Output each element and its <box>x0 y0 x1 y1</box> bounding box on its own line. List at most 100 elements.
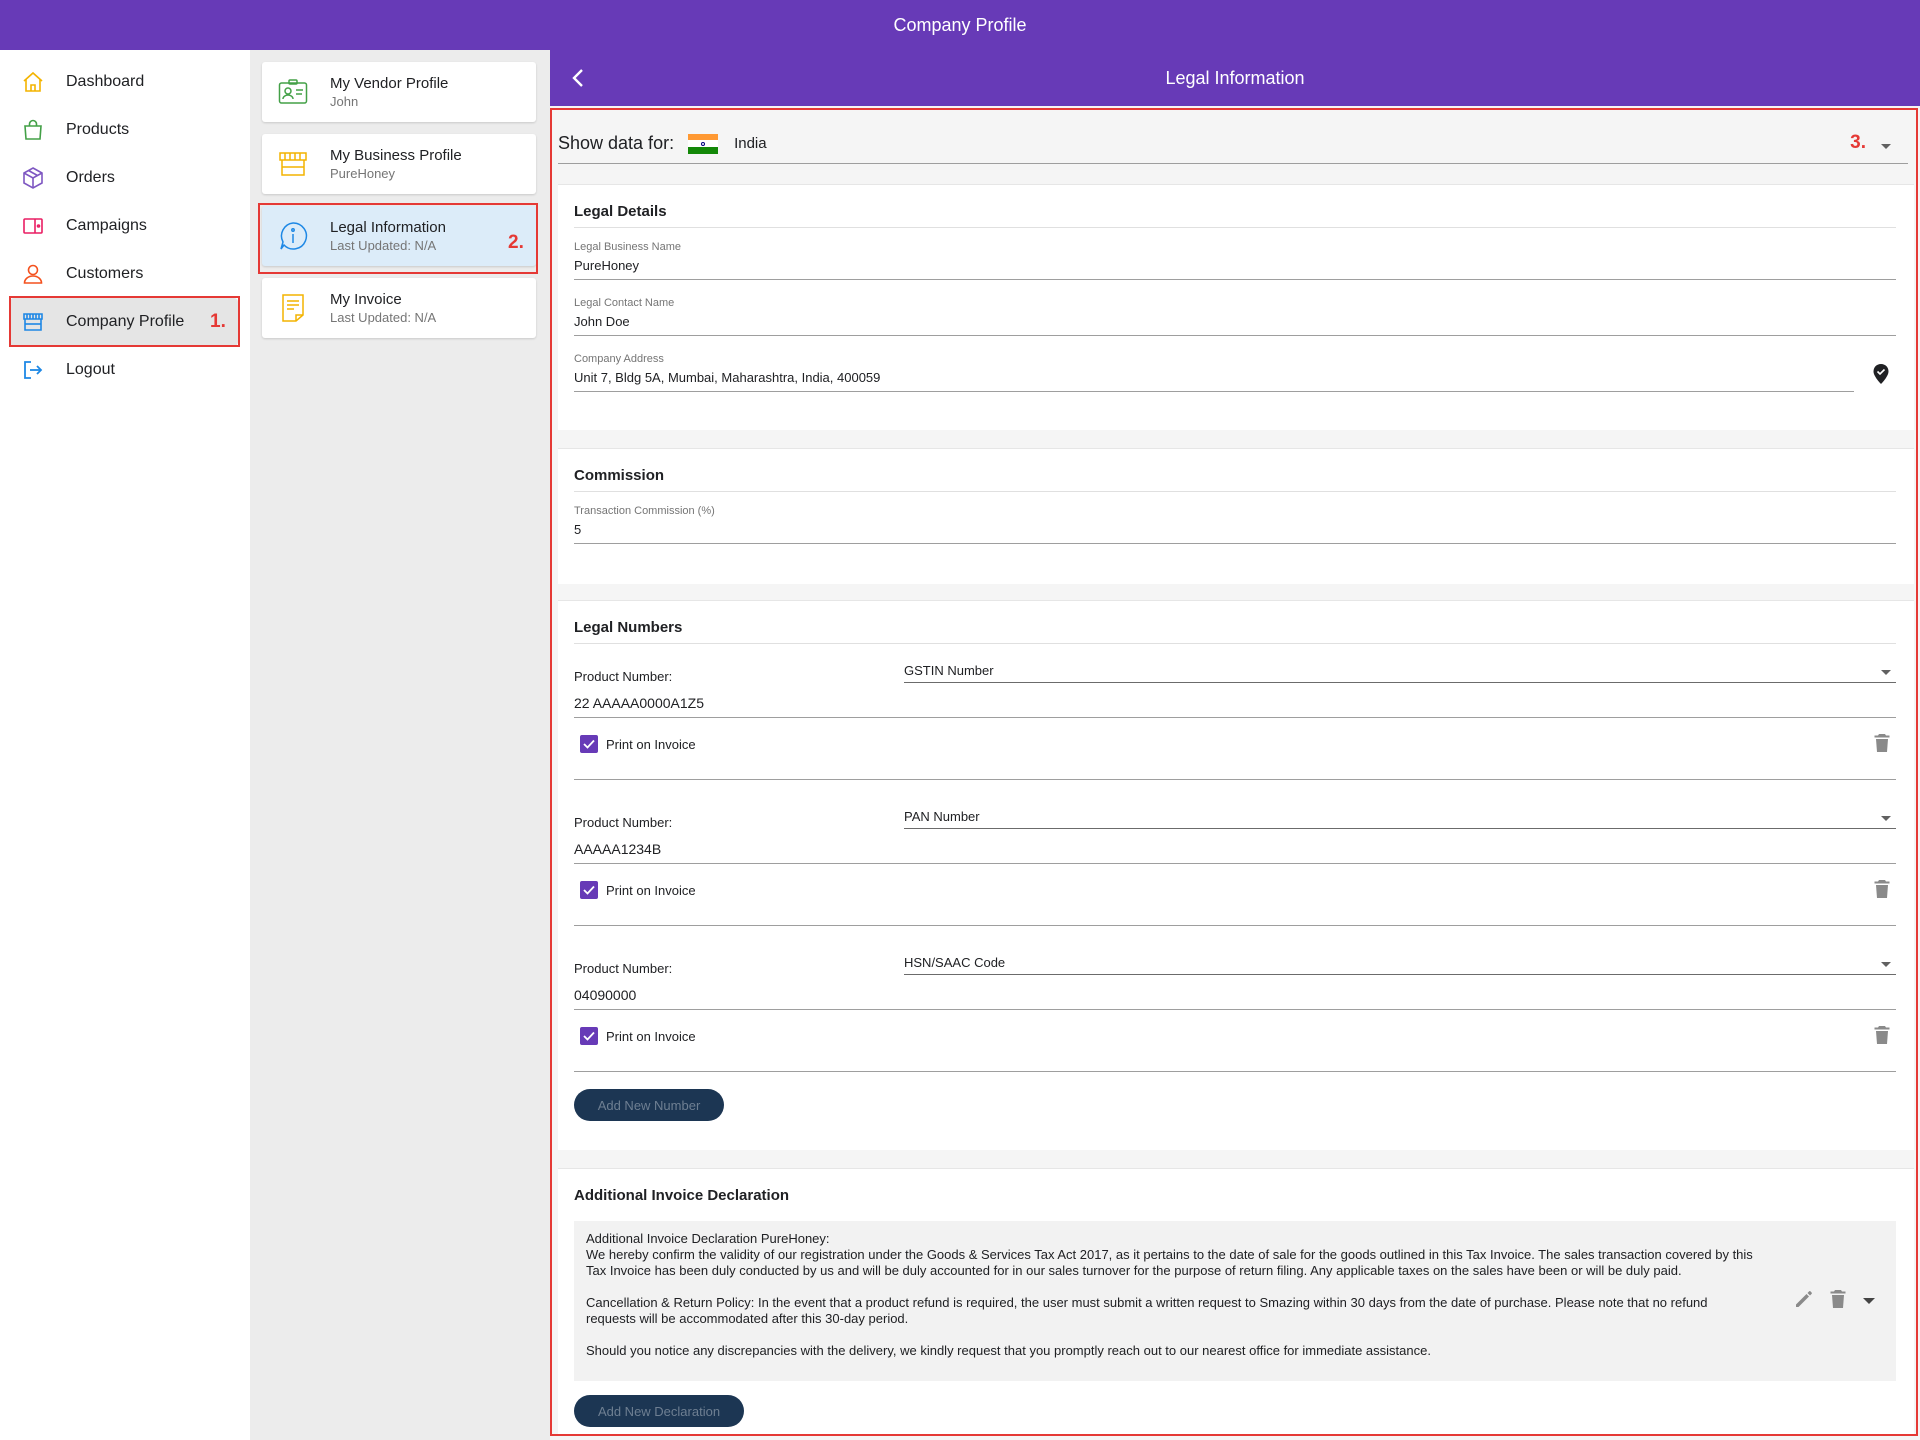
annotation-number-2: 2. <box>508 232 524 253</box>
print-on-invoice-checkbox[interactable]: Print on Invoice <box>580 881 696 899</box>
checkmark-icon <box>580 735 598 753</box>
pencil-icon <box>1796 1291 1812 1307</box>
checkbox-label: Print on Invoice <box>606 882 696 898</box>
id-card-icon <box>278 77 308 107</box>
field-label: Company Address <box>574 353 664 365</box>
chevron-left-icon <box>572 69 583 87</box>
checkmark-icon <box>580 1027 598 1045</box>
card-my-invoice[interactable]: My Invoice Last Updated: N/A <box>262 278 536 338</box>
page-header: Legal Information <box>550 50 1920 106</box>
sidebar-item-label: Dashboard <box>66 73 145 90</box>
annotation-number-1: 1. <box>210 311 226 332</box>
chevron-down-icon <box>1863 1297 1875 1304</box>
add-new-declaration-button[interactable]: Add New Declaration <box>574 1395 744 1427</box>
declaration-item: Additional Invoice Declaration PureHoney… <box>574 1221 1896 1381</box>
logout-icon <box>20 357 46 383</box>
product-number-input[interactable]: 04090000 <box>574 987 1896 1010</box>
select-value: GSTIN Number <box>904 663 994 678</box>
sidebar-item-label: Campaigns <box>66 217 147 234</box>
declaration-paragraph: Cancellation & Return Policy: In the eve… <box>586 1295 1708 1326</box>
back-button[interactable] <box>564 64 592 92</box>
declaration-section: Additional Invoice Declaration Additiona… <box>558 1168 1914 1434</box>
section-title: Legal Details <box>574 203 667 220</box>
field-value: 5 <box>574 522 582 537</box>
show-data-label: Show data for: <box>558 133 675 153</box>
product-number-input[interactable]: 22 AAAAA0000A1Z5 <box>574 695 1896 718</box>
package-icon <box>20 165 46 191</box>
trash-icon <box>1830 1290 1846 1308</box>
sidebar-item-label: Products <box>66 121 130 138</box>
section-title: Commission <box>574 467 665 484</box>
print-on-invoice-checkbox[interactable]: Print on Invoice <box>580 735 696 753</box>
declaration-paragraph: We hereby confirm the validity of our re… <box>586 1247 1753 1278</box>
divider <box>574 643 1896 644</box>
expand-button[interactable] <box>1862 1293 1876 1311</box>
card-my-vendor-profile[interactable]: My Vendor Profile John <box>262 62 536 122</box>
annotation-box-legal-information <box>258 203 538 274</box>
product-number-label: Product Number: <box>574 815 673 830</box>
company-address-field[interactable]: Company Address Unit 7, Bldg 5A, Mumbai,… <box>574 353 1854 392</box>
card-my-business-profile[interactable]: My Business Profile PureHoney <box>262 134 536 194</box>
checkbox-label: Print on Invoice <box>606 1028 696 1044</box>
selected-country: India <box>734 135 767 152</box>
app-title: Company Profile <box>893 14 1027 35</box>
section-title: Legal Numbers <box>574 619 683 636</box>
sidebar-item-orders[interactable]: Orders <box>10 154 238 202</box>
legal-contact-name-field[interactable]: Legal Contact Name John Doe <box>574 297 1896 336</box>
print-on-invoice-checkbox[interactable]: Print on Invoice <box>580 1027 696 1045</box>
india-flag-icon <box>688 133 719 154</box>
sidebar-item-products[interactable]: Products <box>10 106 238 154</box>
profile-menu: My Vendor Profile John My Business Profi… <box>250 50 550 1440</box>
transaction-commission-field[interactable]: Transaction Commission (%) 5 <box>574 505 1896 544</box>
number-type-select[interactable]: PAN Number <box>904 809 1896 829</box>
annotation-number-3: 3. <box>1850 132 1866 153</box>
sidebar-item-dashboard[interactable]: Dashboard <box>10 58 238 106</box>
sidebar-item-label: Customers <box>66 265 144 282</box>
location-pin-icon[interactable] <box>1872 363 1890 390</box>
row-divider <box>574 779 1896 780</box>
sidebar-item-campaigns[interactable]: Campaigns <box>10 202 238 250</box>
sidebar-item-logout[interactable]: Logout <box>10 346 238 394</box>
section-title: Additional Invoice Declaration <box>574 1187 790 1204</box>
product-number-label: Product Number: <box>574 669 673 684</box>
sidebar-item-customers[interactable]: Customers <box>10 250 238 298</box>
commission-section: Commission Transaction Commission (%) 5 <box>558 448 1914 584</box>
delete-button[interactable] <box>1874 733 1890 758</box>
field-label: Legal Contact Name <box>574 297 675 309</box>
legal-numbers-section: Legal Numbers Product Number: GSTIN Numb… <box>558 600 1914 1150</box>
declaration-paragraph: Should you notice any discrepancies with… <box>586 1343 1431 1358</box>
select-value: PAN Number <box>904 809 980 824</box>
delete-button[interactable] <box>1830 1289 1846 1314</box>
row-divider <box>574 925 1896 926</box>
delete-button[interactable] <box>1874 879 1890 904</box>
trash-icon <box>1874 734 1890 752</box>
card-subtitle: John <box>330 94 359 109</box>
field-value: John Doe <box>574 314 630 329</box>
chevron-down-icon <box>1880 811 1892 826</box>
row-divider <box>574 1071 1896 1072</box>
select-value: HSN/SAAC Code <box>904 955 1006 970</box>
checkmark-icon <box>580 881 598 899</box>
sidebar: Dashboard Products Orders Campaigns Cust… <box>0 50 250 1440</box>
chevron-down-icon <box>1880 665 1892 680</box>
number-type-select[interactable]: HSN/SAAC Code <box>904 955 1896 975</box>
trash-icon <box>1874 880 1890 898</box>
legal-business-name-field[interactable]: Legal Business Name PureHoney <box>574 241 1896 280</box>
edit-button[interactable] <box>1794 1289 1814 1314</box>
country-selector[interactable]: Show data for: India 3. <box>558 124 1908 164</box>
card-subtitle: Last Updated: N/A <box>330 310 437 325</box>
divider <box>574 227 1896 228</box>
field-label: Legal Business Name <box>574 241 682 253</box>
app-header: Company Profile <box>0 0 1920 50</box>
product-number-input[interactable]: AAAAA1234B <box>574 841 1896 864</box>
card-title: My Invoice <box>330 291 402 308</box>
divider <box>574 491 1896 492</box>
invoice-icon <box>278 293 308 323</box>
card-title: My Business Profile <box>330 147 462 164</box>
number-type-select[interactable]: GSTIN Number <box>904 663 1896 683</box>
card-subtitle: PureHoney <box>330 166 396 181</box>
main-panel: Legal Information Show data for: India 3… <box>550 50 1920 1440</box>
add-new-number-button[interactable]: Add New Number <box>574 1089 724 1121</box>
home-icon <box>20 69 46 95</box>
delete-button[interactable] <box>1874 1025 1890 1050</box>
